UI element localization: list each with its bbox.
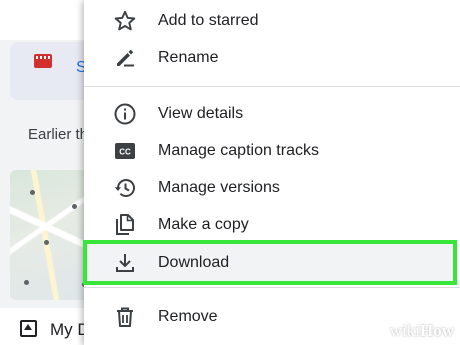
menu-item-view-details[interactable]: View details <box>84 95 460 132</box>
watermark-prefix: wiki <box>389 321 420 340</box>
menu-item-label: Make a copy <box>158 215 249 233</box>
star-outline-icon <box>112 8 138 34</box>
map-pin <box>24 280 29 285</box>
menu-item-label: Rename <box>158 48 219 66</box>
menu-item-download[interactable]: Download <box>83 240 457 285</box>
map-pin <box>30 190 35 195</box>
download-icon <box>112 250 138 276</box>
menu-item-label: Remove <box>158 307 218 325</box>
menu-item-label: View details <box>158 104 244 122</box>
menu-item-make-a-copy[interactable]: Make a copy <box>84 206 460 243</box>
history-icon <box>112 175 138 201</box>
copy-icon <box>112 212 138 238</box>
pencil-icon <box>112 45 138 71</box>
cc-icon: CC <box>112 138 138 164</box>
map-pin <box>44 240 49 245</box>
video-file-icon <box>34 54 52 68</box>
menu-item-add-to-starred[interactable]: Add to starred <box>84 2 460 39</box>
map-pin <box>72 204 77 209</box>
menu-divider <box>84 287 460 288</box>
menu-item-manage-caption-tracks[interactable]: CC Manage caption tracks <box>84 132 460 169</box>
drive-icon <box>20 320 37 337</box>
menu-item-label: Manage versions <box>158 178 280 196</box>
watermark-suffix: How <box>420 321 454 340</box>
menu-divider <box>84 86 460 87</box>
section-heading: Earlier th <box>28 126 89 143</box>
trash-icon <box>112 304 138 330</box>
menu-item-label: Manage caption tracks <box>158 141 319 159</box>
info-icon <box>112 101 138 127</box>
svg-text:CC: CC <box>119 147 131 156</box>
wikihow-watermark: wikiHow <box>390 321 454 341</box>
menu-item-label: Add to starred <box>158 11 259 29</box>
menu-item-rename[interactable]: Rename <box>84 39 460 76</box>
menu-item-manage-versions[interactable]: Manage versions <box>84 169 460 206</box>
menu-item-label: Download <box>158 253 230 271</box>
